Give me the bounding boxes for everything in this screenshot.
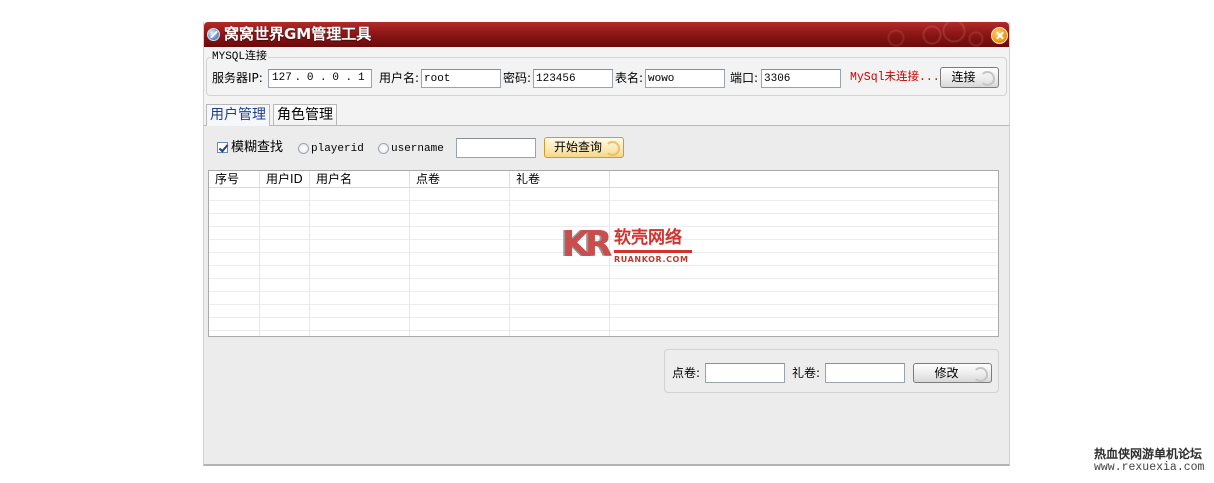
- ip-octet-3[interactable]: 0: [326, 70, 346, 87]
- tab-user-management[interactable]: 用户管理: [206, 104, 270, 126]
- username-radio[interactable]: [378, 143, 389, 154]
- playerid-radio-label[interactable]: playerid: [311, 142, 364, 156]
- gift-points-label: 礼卷:: [792, 366, 821, 380]
- column-header-index[interactable]: 序号: [209, 171, 260, 187]
- table-column: [510, 188, 610, 336]
- table-column: [310, 188, 410, 336]
- table-column: [610, 188, 998, 336]
- server-ip-label: 服务器IP:: [212, 71, 263, 85]
- points-label: 点卷:: [672, 366, 701, 380]
- table-name-label: 表名:: [615, 71, 644, 85]
- password-input[interactable]: [533, 69, 613, 88]
- port-input[interactable]: [761, 69, 841, 88]
- fuzzy-search-checkbox[interactable]: [217, 142, 228, 153]
- connect-button[interactable]: 连接: [940, 67, 999, 88]
- points-input[interactable]: [705, 363, 785, 383]
- table-body[interactable]: [209, 188, 998, 336]
- table-column: [410, 188, 510, 336]
- column-header-username[interactable]: 用户名: [310, 171, 410, 187]
- column-header-user-id[interactable]: 用户ID: [260, 171, 310, 187]
- user-management-panel: 模糊查找 playerid username 开始查询 序号 用户ID 用户名 …: [204, 125, 1009, 464]
- mysql-group-label: MYSQL连接: [211, 51, 269, 63]
- port-label: 端口:: [730, 71, 759, 85]
- tab-role-management[interactable]: 角色管理: [273, 104, 337, 126]
- table-name-input[interactable]: [645, 69, 725, 88]
- gm-tool-window: 窝窝世界GM管理工具 服务器IP: 127 . 0 . 0 . 1 用户名: 密…: [203, 22, 1010, 466]
- username-input[interactable]: [421, 69, 501, 88]
- search-input[interactable]: [456, 138, 536, 158]
- table-header: 序号 用户ID 用户名 点卷 礼卷: [209, 171, 998, 188]
- table-column: [209, 188, 260, 336]
- edit-points-group: 点卷: 礼卷: 修改: [664, 349, 999, 393]
- table-column: [260, 188, 310, 336]
- title-bar[interactable]: 窝窝世界GM管理工具: [204, 22, 1009, 47]
- modify-button[interactable]: 修改: [913, 363, 992, 383]
- username-label: 用户名:: [379, 71, 420, 85]
- close-icon[interactable]: [991, 27, 1008, 44]
- mysql-connection-group: 服务器IP: 127 . 0 . 0 . 1 用户名: 密码: 表名: 端口: …: [206, 57, 1007, 96]
- column-header-gift-points[interactable]: 礼卷: [510, 171, 610, 187]
- screenshot-page: 窝窝世界GM管理工具 服务器IP: 127 . 0 . 0 . 1 用户名: 密…: [0, 0, 1214, 483]
- ip-octet-4[interactable]: 1: [351, 70, 371, 87]
- playerid-radio[interactable]: [298, 143, 309, 154]
- site-watermark-name: 热血侠网游单机论坛: [1094, 447, 1203, 461]
- column-header-points[interactable]: 点卷: [410, 171, 510, 187]
- site-watermark: 热血侠网游单机论坛 www.rexuexia.com: [1094, 447, 1209, 477]
- ip-octet-1[interactable]: 127: [269, 70, 294, 87]
- site-watermark-url: www.rexuexia.com: [1094, 461, 1205, 474]
- start-search-button[interactable]: 开始查询: [544, 137, 624, 158]
- password-label: 密码:: [503, 71, 532, 85]
- column-header-filler: [610, 171, 998, 187]
- username-radio-label[interactable]: username: [391, 142, 444, 156]
- server-ip-field[interactable]: 127 . 0 . 0 . 1: [268, 69, 372, 88]
- user-table[interactable]: 序号 用户ID 用户名 点卷 礼卷: [208, 170, 999, 337]
- fuzzy-search-label[interactable]: 模糊查找: [231, 140, 283, 155]
- window-title: 窝窝世界GM管理工具: [224, 25, 372, 43]
- app-icon: [207, 28, 220, 41]
- ip-octet-2[interactable]: 0: [300, 70, 320, 87]
- gift-points-input[interactable]: [825, 363, 905, 383]
- connection-status: MySql未连接...: [850, 71, 940, 84]
